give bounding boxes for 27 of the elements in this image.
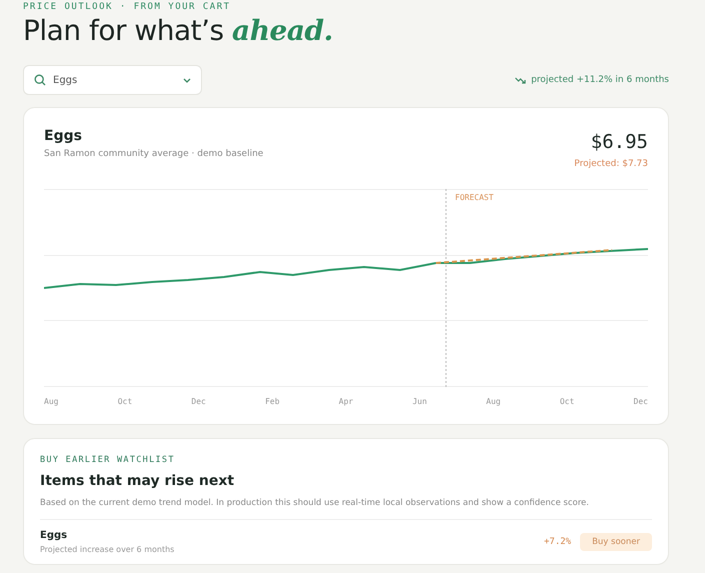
axis-label: Feb: [265, 397, 280, 406]
axis-label: Jun: [412, 397, 427, 406]
section-note: Based on the current demo trend model. In production this should use real-time local observations and show a confidence score.: [40, 498, 652, 520]
trend-icon: [515, 76, 526, 84]
chevron-down-icon: [183, 78, 191, 82]
axis-label: Oct: [560, 397, 574, 406]
section-label: BUY EARLIER WATCHLIST: [40, 455, 176, 465]
watch-item-detail: Projected increase over 6 months: [40, 545, 174, 554]
axis-label: Dec: [191, 397, 206, 406]
item-subtitle: San Ramon community average · demo baseline: [44, 149, 264, 159]
current-price: $6.95: [590, 131, 648, 153]
forecast-label: FORECAST: [455, 193, 494, 202]
watch-item-name: Eggs: [40, 530, 68, 541]
eyebrow-label: PRICE OUTLOOK · FROM YOUR CART: [23, 1, 232, 12]
search-icon: [34, 74, 46, 86]
section-title: Items that may rise next: [40, 473, 236, 489]
axis-label: Aug: [486, 397, 501, 406]
axis-label: Aug: [44, 397, 58, 406]
axis-label: Dec: [634, 397, 648, 406]
item-title: Eggs: [44, 128, 83, 144]
projected-price: Projected: $7.73: [574, 159, 648, 169]
trend-text: projected +11.2% in 6 months: [531, 75, 669, 85]
axis-label: Oct: [118, 397, 132, 406]
axis-label: Apr: [338, 397, 354, 406]
item-select[interactable]: Eggs: [23, 65, 202, 95]
change-percent: +7.2%: [544, 537, 572, 547]
page-headline: Plan for what’s ahead.: [23, 14, 334, 47]
